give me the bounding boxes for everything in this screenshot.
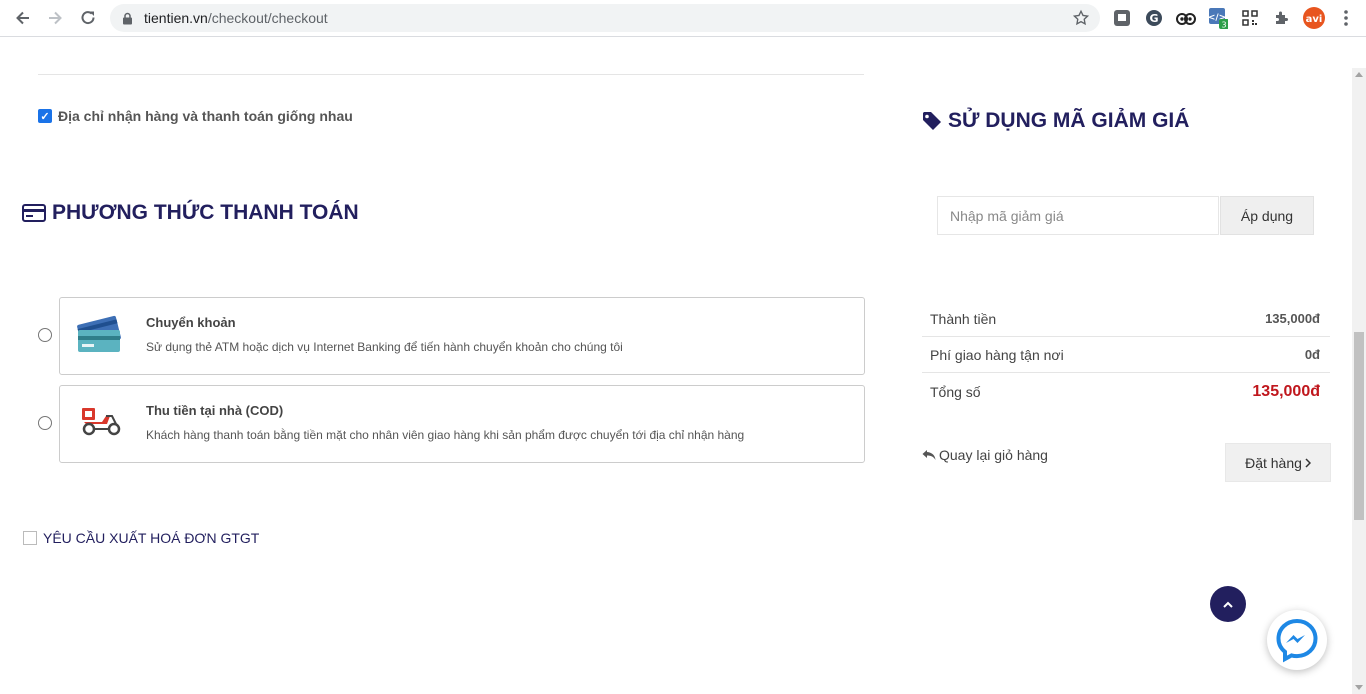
coupon-title: SỬ DỤNG MÃ GIẢM GIÁ xyxy=(922,109,1189,133)
svg-text:G: G xyxy=(1149,12,1158,25)
credit-card-icon xyxy=(22,204,46,222)
code-ext-icon[interactable]: </> 3 xyxy=(1208,8,1228,30)
back-arrow-icon[interactable] xyxy=(12,7,34,29)
summary-label: Thành tiền xyxy=(930,310,997,327)
chevron-up-icon xyxy=(1223,601,1233,608)
payment-method-title: PHƯƠNG THỨC THANH TOÁN xyxy=(22,201,359,225)
place-order-button[interactable]: Đặt hàng xyxy=(1225,443,1331,482)
summary-value: 0đ xyxy=(1304,347,1320,362)
address-bar[interactable]: tientien.vn/checkout/checkout xyxy=(110,4,1100,32)
back-to-cart-label: Quay lại giỏ hàng xyxy=(939,447,1048,463)
grammar-ext-icon[interactable]: G xyxy=(1144,8,1164,28)
chrome-menu-icon[interactable] xyxy=(1336,8,1356,28)
payment-option-name: Chuyển khoản xyxy=(146,315,236,330)
svg-text:avi: avi xyxy=(1306,14,1323,25)
apply-coupon-button[interactable]: Áp dụng xyxy=(1220,196,1314,235)
summary-value: 135,000đ xyxy=(1265,311,1320,326)
coupon-title-text: SỬ DỤNG MÃ GIẢM GIÁ xyxy=(948,109,1190,132)
same-address-checkbox[interactable]: ✓ xyxy=(38,109,52,123)
scrollbar-thumb[interactable] xyxy=(1354,332,1364,520)
svg-text:3: 3 xyxy=(1221,21,1226,30)
vat-invoice-label: YÊU CẦU XUẤT HOÁ ĐƠN GTGT xyxy=(43,530,260,546)
payment-radio-bank-transfer[interactable] xyxy=(38,328,52,342)
scroll-up-arrow-icon[interactable] xyxy=(1355,72,1363,77)
place-order-label: Đặt hàng xyxy=(1245,454,1302,471)
qr-code-icon[interactable] xyxy=(1240,8,1260,28)
tripadvisor-icon[interactable] xyxy=(1176,8,1196,28)
page-scrollbar[interactable] xyxy=(1352,68,1366,694)
avatar-icon[interactable]: avi xyxy=(1303,7,1325,29)
tag-icon xyxy=(922,111,942,131)
scroll-to-top-button[interactable] xyxy=(1210,586,1246,622)
payment-title-text: PHƯƠNG THỨC THANH TOÁN xyxy=(52,201,359,224)
messenger-chat-button[interactable] xyxy=(1267,610,1327,670)
payment-option-name: Thu tiền tại nhà (COD) xyxy=(146,403,284,418)
browser-toolbar: tientien.vn/checkout/checkout G </> 3 avi xyxy=(0,0,1366,37)
forward-arrow-icon[interactable] xyxy=(44,7,66,29)
delivery-scooter-icon xyxy=(76,398,126,446)
divider xyxy=(38,74,864,75)
messenger-icon xyxy=(1274,617,1320,663)
checkout-page: ✓ Địa chỉ nhận hàng và thanh toán giống … xyxy=(0,38,1352,694)
summary-label: Phí giao hàng tận nơi xyxy=(930,346,1064,363)
reply-arrow-icon xyxy=(922,449,936,461)
url-text: tientien.vn/checkout/checkout xyxy=(144,10,328,26)
reload-icon[interactable] xyxy=(77,7,99,29)
payment-option-cod[interactable]: Thu tiền tại nhà (COD) Khách hàng thanh … xyxy=(59,385,865,463)
vat-invoice-checkbox[interactable] xyxy=(23,531,37,545)
payment-radio-cod[interactable] xyxy=(38,416,52,430)
summary-row-total: Tổng số 135,000đ xyxy=(922,374,1330,410)
lock-icon xyxy=(122,12,133,30)
payment-option-description: Sử dụng thẻ ATM hoặc dịch vụ Internet Ba… xyxy=(146,340,623,354)
back-to-cart-link[interactable]: Quay lại giỏ hàng xyxy=(922,447,1048,463)
bookmark-ext-icon[interactable] xyxy=(1112,8,1132,28)
summary-total-value: 135,000đ xyxy=(1252,383,1320,400)
puzzle-icon[interactable] xyxy=(1272,8,1292,28)
same-address-label: Địa chỉ nhận hàng và thanh toán giống nh… xyxy=(58,108,353,124)
payment-option-bank-transfer[interactable]: Chuyển khoản Sử dụng thẻ ATM hoặc dịch v… xyxy=(59,297,865,375)
payment-option-description: Khách hàng thanh toán bằng tiền mặt cho … xyxy=(146,428,745,442)
coupon-code-input[interactable] xyxy=(937,196,1219,235)
vat-invoice-option[interactable]: YÊU CẦU XUẤT HOÁ ĐƠN GTGT xyxy=(23,530,259,546)
summary-row-shipping: Phí giao hàng tận nơi 0đ xyxy=(922,337,1330,373)
bookmark-star-icon[interactable] xyxy=(1072,9,1090,32)
bank-card-icon xyxy=(76,310,126,358)
scroll-down-arrow-icon[interactable] xyxy=(1355,685,1363,690)
same-address-option[interactable]: ✓ Địa chỉ nhận hàng và thanh toán giống … xyxy=(38,108,353,124)
summary-row-subtotal: Thành tiền 135,000đ xyxy=(922,301,1330,337)
chevron-right-icon xyxy=(1305,457,1311,468)
summary-label: Tổng số xyxy=(930,384,981,400)
